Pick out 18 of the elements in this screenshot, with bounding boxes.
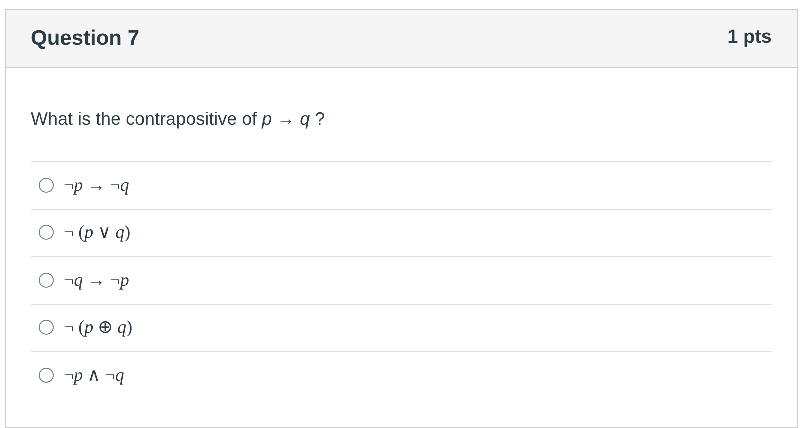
- radio-button[interactable]: [39, 320, 54, 336]
- answer-option[interactable]: ¬p ∧ ¬q: [31, 351, 772, 398]
- question-title: Question 7: [31, 26, 140, 52]
- answer-option[interactable]: ¬q → ¬p: [31, 256, 772, 304]
- answer-option[interactable]: ¬p → ¬q: [31, 161, 772, 208]
- answer-formula: ¬p → ¬q: [64, 174, 130, 197]
- radio-button[interactable]: [39, 225, 54, 240]
- answer-formula: ¬ (p ⊕ q): [64, 316, 133, 340]
- answer-formula: ¬ (p ∨ q): [64, 221, 131, 244]
- radio-button[interactable]: [39, 272, 54, 288]
- answer-option[interactable]: ¬ (p ⊕ q): [31, 304, 772, 351]
- answer-option[interactable]: ¬ (p ∨ q): [31, 208, 772, 256]
- radio-button[interactable]: [39, 178, 54, 193]
- radio-button[interactable]: [39, 368, 54, 383]
- question-text: What is the contrapositive of p → q ?: [31, 108, 326, 131]
- points-label: 1 pts: [728, 26, 772, 50]
- answer-formula: ¬q → ¬p: [64, 268, 130, 292]
- answer-formula: ¬p ∧ ¬q: [64, 364, 124, 387]
